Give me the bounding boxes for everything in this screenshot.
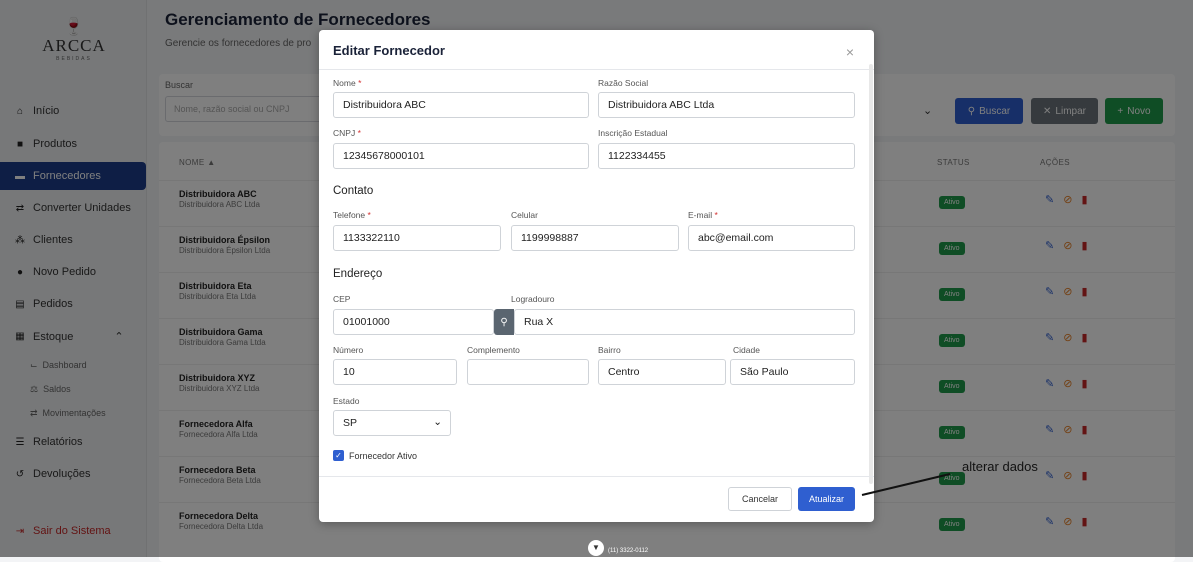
footer-phone: (11) 3322-0112 <box>608 548 649 554</box>
annotation-text: alterar dados <box>962 459 1038 474</box>
chevron-down-icon[interactable]: ▼ <box>588 540 604 556</box>
